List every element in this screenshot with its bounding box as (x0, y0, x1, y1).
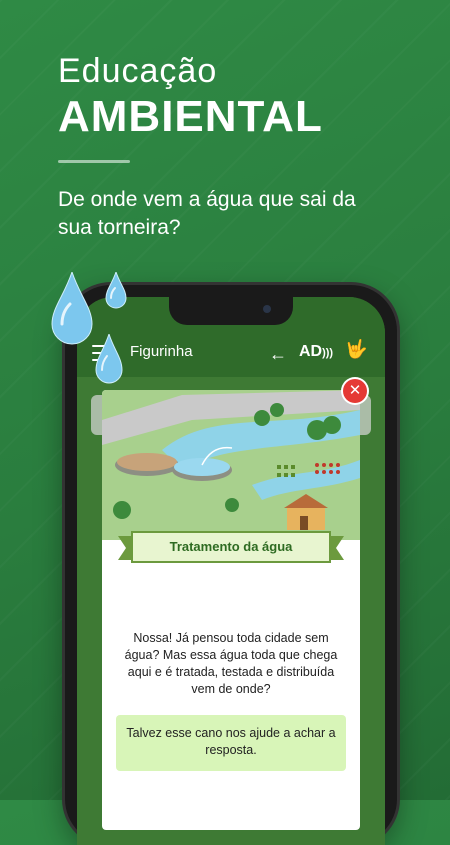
headline-line2: AMBIENTAL (58, 92, 323, 141)
audio-description-label: AD (299, 343, 323, 360)
hint-box: Talvez esse cano nos ajude a achar a res… (116, 715, 346, 771)
ribbon-title: Tratamento da água (169, 539, 293, 554)
water-drop-icon (51, 272, 93, 345)
arrow-left-icon[interactable]: ← (269, 344, 287, 365)
app-bar-title: Figurinha (130, 343, 193, 360)
sign-language-icon[interactable]: 🤟 (345, 339, 367, 360)
audio-description-button[interactable]: AD))) (299, 343, 333, 361)
close-icon[interactable]: ✕ (343, 379, 367, 403)
divider (58, 160, 130, 163)
water-drop-icon (105, 272, 127, 309)
phone-notch (169, 297, 293, 325)
modal-body-text: Nossa! Já pensou toda cidade sem água? M… (124, 631, 338, 696)
hint-text: Talvez esse cano nos ajude a achar a res… (126, 726, 336, 757)
water-treatment-illustration (102, 390, 360, 540)
camera-icon (263, 305, 271, 313)
water-drop-icon (95, 334, 123, 384)
headline-line1: Educação (58, 52, 218, 90)
sticker-modal: Tratamento da água Nossa! Já pensou toda… (102, 390, 360, 830)
subtitle: De onde vem a água que sai da sua tornei… (58, 188, 356, 239)
